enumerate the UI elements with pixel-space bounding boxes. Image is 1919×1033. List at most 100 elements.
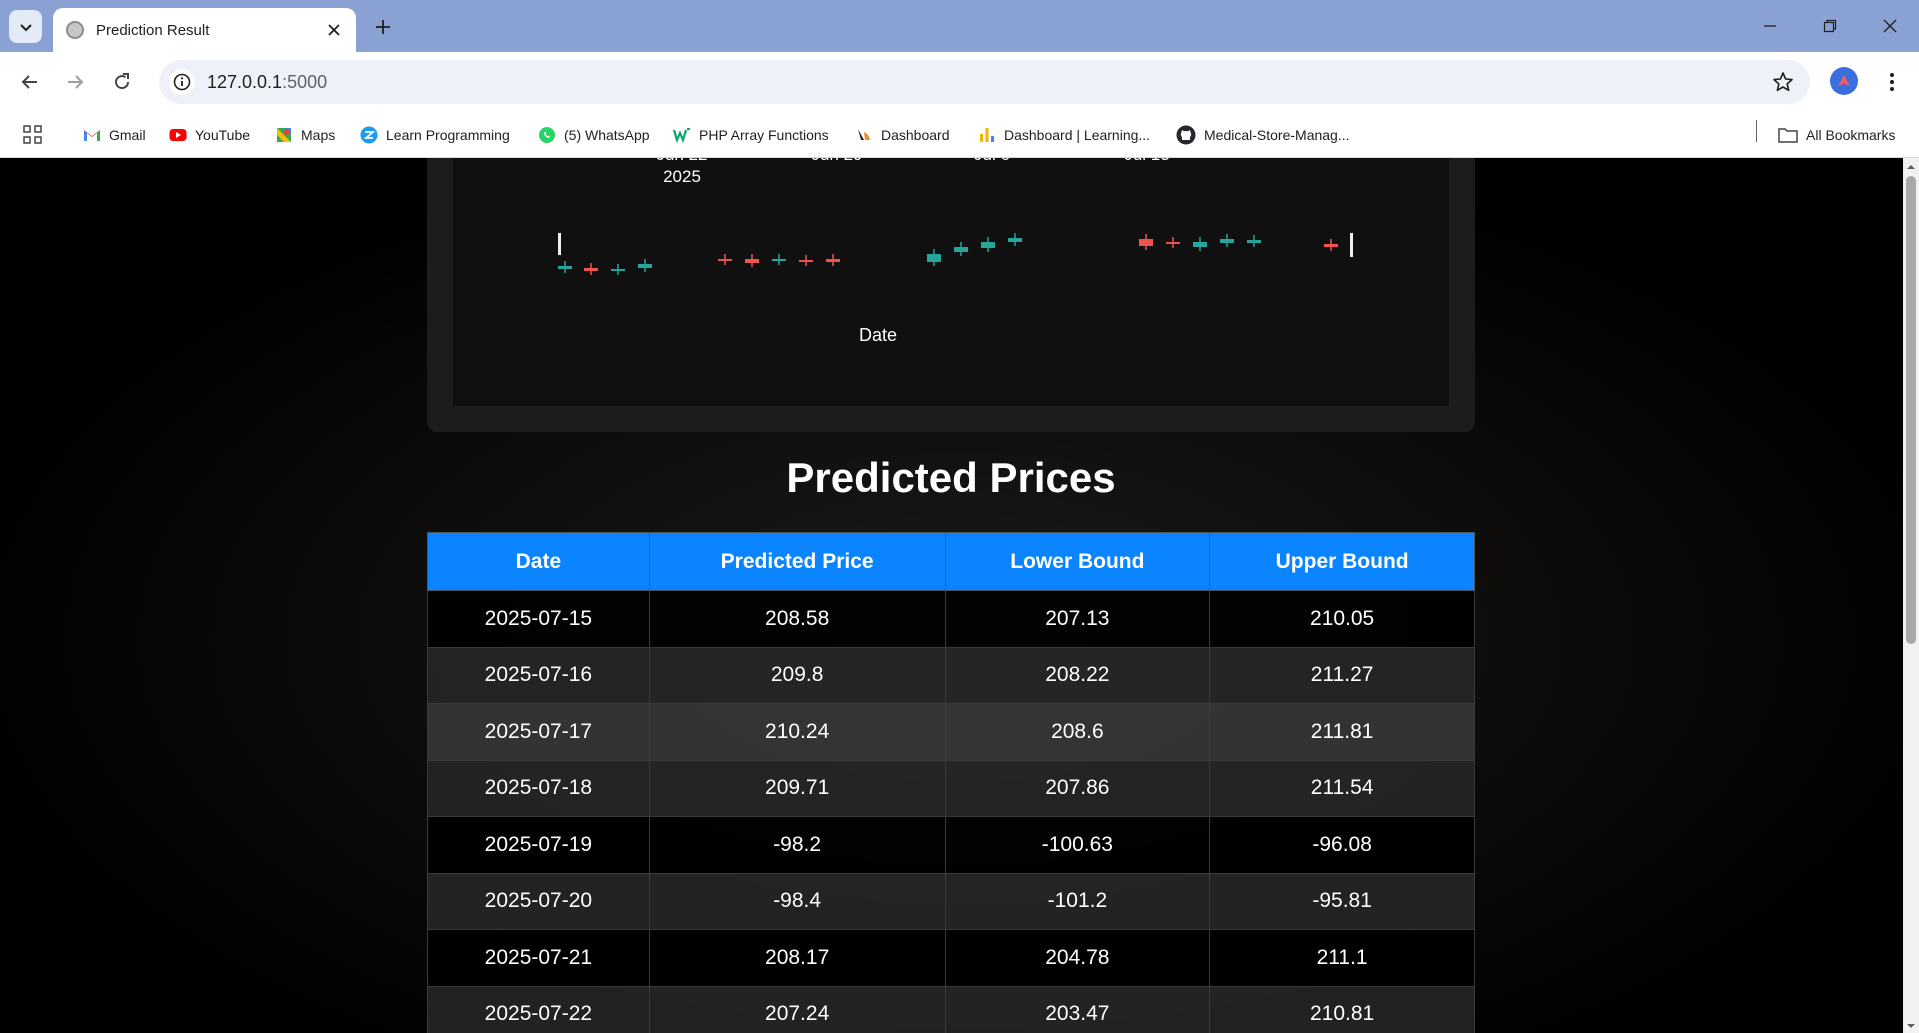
table-cell: 209.71 [648, 759, 946, 817]
scroll-down-arrow-icon[interactable] [1906, 1021, 1916, 1031]
table-cell: 207.86 [944, 759, 1211, 817]
bookmark-medical-store[interactable]: Medical-Store-Manag... [1176, 123, 1350, 147]
table-row: 2025-07-17 210.24 208.6 211.81 [427, 703, 1475, 761]
table-cell: -96.08 [1209, 816, 1475, 874]
profile-avatar[interactable] [1830, 67, 1858, 95]
table-cell: -101.2 [944, 872, 1211, 930]
star-icon [1773, 72, 1793, 92]
table-cell: 208.22 [944, 646, 1211, 704]
table-cell: 208.6 [944, 703, 1211, 761]
bookmark-star-button[interactable] [1772, 71, 1794, 93]
minimize-button[interactable] [1750, 12, 1790, 40]
bookmark-all-bookmarks[interactable]: All Bookmarks [1778, 123, 1895, 147]
slider-candle [638, 264, 652, 268]
predicted-prices-table: Date Predicted Price Lower Bound Upper B… [427, 532, 1475, 1033]
close-window-button[interactable] [1870, 12, 1910, 40]
slider-candle [981, 242, 995, 248]
w3schools-icon [673, 128, 690, 144]
browser-window: Prediction Result 127.0.0.1:5000 Gmail Y… [0, 0, 1919, 1033]
bookmark-label: Medical-Store-Manag... [1204, 127, 1350, 143]
bookmark-label: YouTube [195, 127, 251, 143]
table-row: 2025-07-15 208.58 207.13 210.05 [427, 590, 1475, 648]
range-slider-handle-right[interactable] [1350, 233, 1353, 257]
slider-candle [1324, 244, 1338, 247]
slider-candle [1166, 242, 1180, 244]
reload-button[interactable] [106, 66, 138, 98]
chevron-down-icon [19, 23, 32, 31]
x-tick-label: Jun 22 [656, 158, 707, 164]
slider-candle [1193, 242, 1207, 247]
tab-prediction-result[interactable]: Prediction Result [53, 8, 356, 52]
plus-icon [376, 20, 390, 34]
bookmark-learn-programming[interactable]: Learn Programming [360, 123, 510, 147]
tab-close-button[interactable] [324, 20, 344, 40]
table-row: 2025-07-20 -98.4 -101.2 -95.81 [427, 872, 1475, 930]
chart-svg: Jun 222025Jun 29Jul 6Jul 13195 Date [558, 158, 1353, 345]
address-bar[interactable]: 127.0.0.1:5000 [159, 60, 1810, 104]
tab-search-button[interactable] [9, 10, 42, 43]
github-icon [1176, 125, 1196, 145]
restore-button[interactable] [1810, 12, 1850, 40]
scrollbar-thumb[interactable] [1906, 176, 1916, 644]
slider-candle [799, 260, 813, 262]
x-tick-label: 2025 [663, 167, 701, 186]
new-tab-button[interactable] [370, 14, 396, 40]
slider-candle [954, 247, 968, 252]
x-axis-title: Date [859, 325, 897, 345]
slider-candle [826, 259, 840, 262]
tab-title: Prediction Result [96, 21, 210, 39]
forward-button[interactable] [59, 66, 91, 98]
bookmark-maps[interactable]: Maps [275, 123, 335, 147]
x-tick-label: Jul 6 [974, 158, 1010, 164]
table-cell: 208.58 [648, 590, 946, 648]
bookmarks-bar: Gmail YouTube Maps Learn Programming (5)… [0, 112, 1919, 158]
bookmark-label: Dashboard | Learning... [1004, 127, 1151, 143]
table-row: 2025-07-21 208.17 204.78 211.1 [427, 929, 1475, 987]
bookmark-gmail[interactable]: Gmail [83, 123, 146, 147]
candlestick-chart[interactable]: Jun 222025Jun 29Jul 6Jul 13195 Date [453, 158, 1449, 406]
range-slider-handle-left[interactable] [558, 233, 561, 255]
slider-candle [611, 269, 625, 271]
url-text[interactable]: 127.0.0.1:5000 [207, 72, 327, 93]
column-header: Date [427, 532, 650, 591]
slider-candle [718, 259, 732, 261]
bookmark-whatsapp[interactable]: (5) WhatsApp [538, 123, 650, 147]
table-cell: 211.81 [1209, 703, 1475, 761]
table-cell: -95.81 [1209, 872, 1475, 930]
slider-candle [558, 266, 572, 269]
bookmark-label: PHP Array Functions [699, 127, 829, 143]
bookmark-dashboard-learning[interactable]: Dashboard | Learning... [978, 123, 1150, 147]
scroll-up-arrow-icon[interactable] [1906, 162, 1916, 172]
slider-candle [584, 268, 598, 271]
table-cell: 204.78 [944, 929, 1211, 987]
minimize-icon [1764, 25, 1776, 27]
slider-candle [1220, 239, 1234, 243]
column-header: Lower Bound [944, 532, 1211, 591]
arrow-left-icon [21, 75, 37, 89]
table-row: 2025-07-19 -98.2 -100.63 -96.08 [427, 816, 1475, 874]
page-scrollbar[interactable] [1903, 158, 1919, 1033]
folder-icon [1778, 128, 1798, 143]
bookmark-youtube[interactable]: YouTube [169, 123, 250, 147]
table-cell: 207.13 [944, 590, 1211, 648]
slider-candle [1247, 240, 1261, 243]
bookmark-label: Gmail [109, 127, 146, 143]
table-cell: 2025-07-19 [427, 816, 650, 874]
table-row: 2025-07-22 207.24 203.47 210.81 [427, 985, 1475, 1033]
table-cell: 2025-07-16 [427, 646, 650, 704]
table-cell: 207.24 [648, 985, 946, 1033]
predicted-prices-heading: Predicted Prices [786, 454, 1116, 501]
browser-menu-button[interactable] [1880, 68, 1904, 96]
bookmark-php-array-functions[interactable]: PHP Array Functions [673, 123, 829, 147]
apps-button[interactable] [23, 123, 43, 147]
title-bar: Prediction Result [0, 0, 1919, 52]
bookmark-label: Dashboard [881, 127, 950, 143]
table-row: 2025-07-16 209.8 208.22 211.27 [427, 646, 1475, 704]
back-button[interactable] [14, 66, 46, 98]
site-info-button[interactable] [169, 69, 195, 95]
column-header: Predicted Price [648, 532, 946, 591]
table-cell: -98.2 [648, 816, 946, 874]
table-cell: -98.4 [648, 872, 946, 930]
dashboard-learning-icon [980, 128, 994, 142]
bookmark-dashboard[interactable]: Dashboard [855, 123, 950, 147]
